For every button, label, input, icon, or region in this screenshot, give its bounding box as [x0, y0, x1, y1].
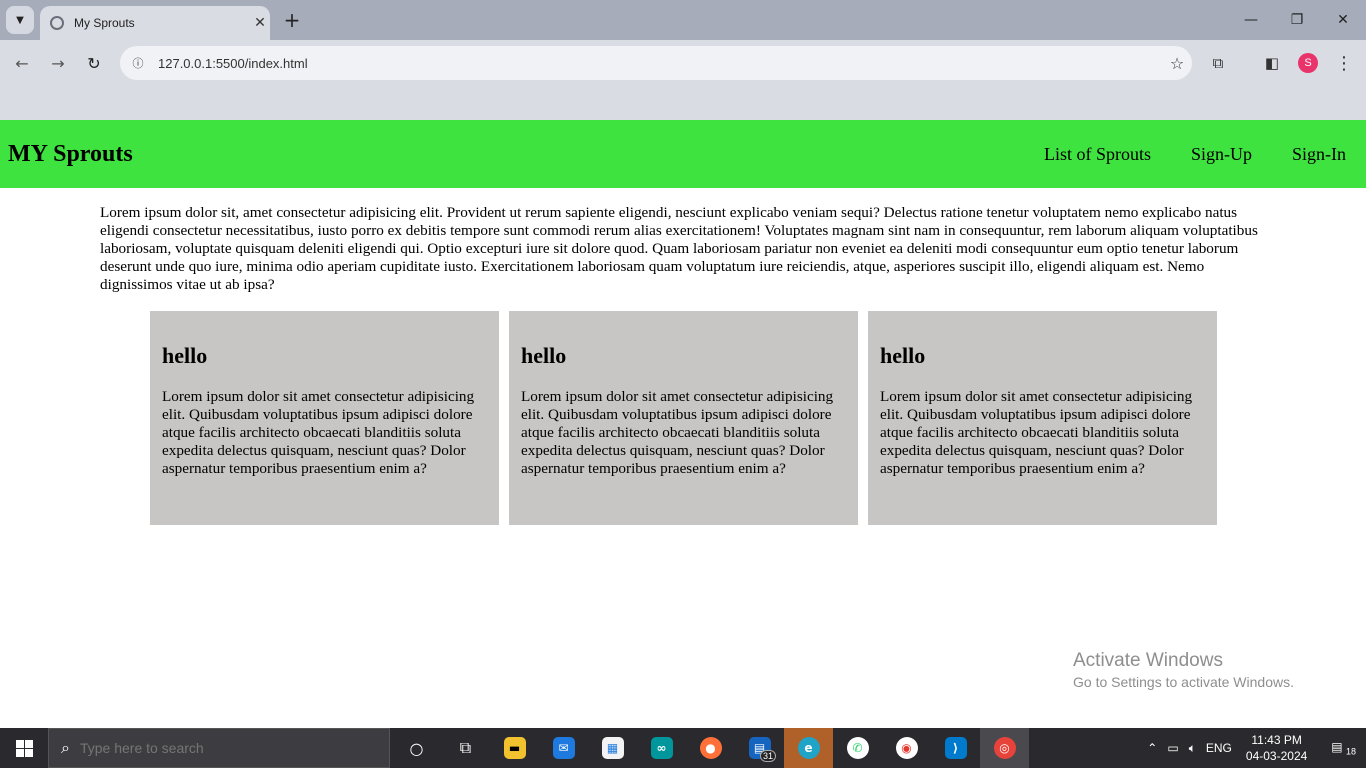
- back-button[interactable]: ←: [10, 51, 34, 75]
- tab-search-button[interactable]: ▼: [6, 6, 34, 34]
- start-button[interactable]: [0, 728, 48, 768]
- watermark-title: Activate Windows: [1073, 650, 1223, 671]
- site-info-icon[interactable]: ⓘ: [126, 51, 150, 75]
- task-view-icon: ⧉: [459, 738, 472, 757]
- edge-app-button[interactable]: e: [784, 728, 833, 768]
- browser-toolbar: ← → ↻ ⓘ ☆ ⧉ ◧ ⋮: [0, 40, 1366, 86]
- forward-button[interactable]: →: [46, 51, 70, 75]
- notification-center-button[interactable]: ▤ 18: [1321, 740, 1356, 756]
- vscode-icon: ⟩: [944, 737, 967, 759]
- cortana-button[interactable]: ○: [392, 728, 441, 768]
- taskbar-search[interactable]: ⌕: [48, 728, 390, 768]
- close-window-button[interactable]: ✕: [1320, 0, 1366, 40]
- browser-tab-strip: ▼ My Sprouts ✕ + — ❐ ✕: [0, 0, 1366, 40]
- vpn-app-button[interactable]: ◉: [882, 728, 931, 768]
- card-heading: hello: [521, 343, 567, 368]
- system-tray: ⌃ ▭ 🔈︎ ENG 11:43 PM 04-03-2024 ▤ 18: [1137, 728, 1366, 768]
- menu-kebab-icon[interactable]: ⋮: [1332, 51, 1356, 75]
- firefox-icon: ●: [699, 737, 722, 759]
- tab-title: My Sprouts: [74, 16, 135, 30]
- extensions-icon[interactable]: ⧉: [1206, 51, 1230, 75]
- chevron-down-icon: ▼: [16, 14, 24, 26]
- nav-link-list-of-sprouts[interactable]: List of Sprouts: [1044, 144, 1151, 165]
- profile-avatar[interactable]: S: [1298, 53, 1318, 73]
- site-nav: List of Sprouts Sign-Up Sign-In: [1004, 144, 1346, 165]
- address-bar[interactable]: ⓘ ☆: [120, 46, 1192, 80]
- clock[interactable]: 11:43 PM 04-03-2024: [1246, 732, 1307, 764]
- intro-paragraph: Lorem ipsum dolor sit, amet consectetur …: [100, 204, 1258, 293]
- maximize-button[interactable]: ❐: [1274, 0, 1320, 40]
- store-icon: ▦: [601, 737, 624, 759]
- firefox-app-button[interactable]: ●: [686, 728, 735, 768]
- card-heading: hello: [162, 343, 208, 368]
- arrow-left-icon: ←: [15, 53, 29, 73]
- mail-count-badge: 31: [759, 750, 776, 762]
- battery-icon[interactable]: ▭: [1167, 741, 1178, 755]
- whatsapp-app-button[interactable]: ✆: [833, 728, 882, 768]
- globe-icon: [50, 16, 64, 30]
- bookmark-star-icon[interactable]: ☆: [1162, 54, 1192, 73]
- arduino-app-button[interactable]: ∞: [637, 728, 686, 768]
- whatsapp-icon: ✆: [846, 737, 869, 759]
- card: hello Lorem ipsum dolor sit amet consect…: [150, 311, 499, 525]
- tab-close-button[interactable]: ✕: [250, 15, 270, 31]
- arduino-icon: ∞: [650, 737, 673, 759]
- notification-icon: ▤: [1331, 739, 1343, 754]
- folder-icon: ▬: [503, 737, 526, 759]
- card: hello Lorem ipsum dolor sit amet consect…: [509, 311, 858, 525]
- site-brand: MY Sprouts: [8, 140, 133, 167]
- edge-icon: e: [797, 737, 820, 759]
- new-tab-button[interactable]: +: [282, 8, 302, 32]
- language-indicator[interactable]: ENG: [1206, 741, 1232, 755]
- nav-link-sign-up[interactable]: Sign-Up: [1191, 144, 1252, 165]
- nav-link-sign-in[interactable]: Sign-In: [1292, 144, 1346, 165]
- outlook-app-button[interactable]: ▤ 31: [735, 728, 784, 768]
- card-body: Lorem ipsum dolor sit amet consectetur a…: [162, 388, 475, 477]
- web-page: MY Sprouts List of Sprouts Sign-Up Sign-…: [0, 120, 1366, 728]
- arrow-right-icon: →: [51, 53, 65, 73]
- browser-tab[interactable]: My Sprouts ✕: [40, 6, 270, 40]
- file-explorer-button[interactable]: ▬: [490, 728, 539, 768]
- cortana-circle-icon: ○: [409, 738, 424, 758]
- chevron-up-icon[interactable]: ⌃: [1147, 741, 1157, 755]
- vscode-app-button[interactable]: ⟩: [931, 728, 980, 768]
- card: hello Lorem ipsum dolor sit amet consect…: [868, 311, 1217, 525]
- task-view-button[interactable]: ⧉: [441, 728, 490, 768]
- side-panel-icon[interactable]: ◧: [1260, 51, 1284, 75]
- card-body: Lorem ipsum dolor sit amet consectetur a…: [880, 388, 1193, 477]
- card-row: hello Lorem ipsum dolor sit amet consect…: [150, 311, 1366, 525]
- card-body: Lorem ipsum dolor sit amet consectetur a…: [521, 388, 834, 477]
- store-app-button[interactable]: ▦: [588, 728, 637, 768]
- reload-button[interactable]: ↻: [82, 51, 106, 75]
- windows-taskbar: ⌕ ○ ⧉ ▬ ✉ ▦ ∞ ● ▤ 31 e ✆ ◉ ⟩ ◎ ⌃ ▭ 🔈︎ EN…: [0, 728, 1366, 768]
- search-icon: ⌕: [61, 738, 70, 757]
- clock-time: 11:43 PM: [1251, 733, 1302, 747]
- notification-count: 18: [1345, 746, 1356, 757]
- activation-watermark: Activate Windows Go to Settings to activ…: [1073, 650, 1294, 690]
- mail-app-button[interactable]: ✉: [539, 728, 588, 768]
- card-heading: hello: [880, 343, 926, 368]
- windows-logo-icon: [15, 739, 33, 757]
- minimize-button[interactable]: —: [1228, 0, 1274, 40]
- clock-date: 04-03-2024: [1245, 749, 1308, 763]
- bookmark-bar: [0, 86, 1366, 120]
- site-header: MY Sprouts List of Sprouts Sign-Up Sign-…: [0, 120, 1366, 188]
- volume-icon[interactable]: 🔈︎: [1189, 741, 1196, 756]
- shield-icon: ◉: [895, 737, 918, 759]
- reload-icon: ↻: [87, 53, 101, 73]
- chrome-app-button[interactable]: ◎: [980, 728, 1029, 768]
- watermark-subtitle: Go to Settings to activate Windows.: [1073, 674, 1294, 690]
- mail-icon: ✉: [552, 737, 575, 759]
- url-input[interactable]: [158, 55, 1162, 71]
- taskbar-search-input[interactable]: [79, 740, 360, 756]
- chrome-icon: ◎: [993, 737, 1016, 759]
